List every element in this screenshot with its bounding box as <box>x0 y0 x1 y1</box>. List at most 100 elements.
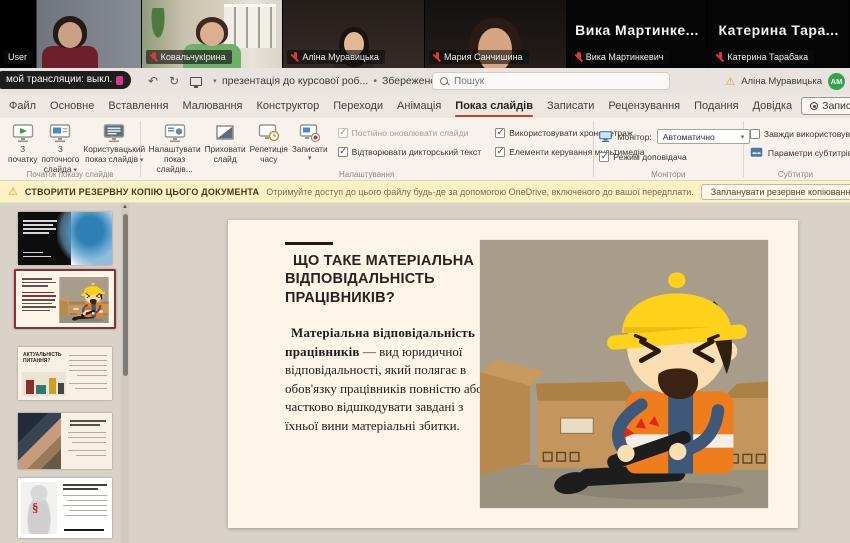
tab-animations[interactable]: Анімація <box>388 94 450 118</box>
presenter-view-checkbox[interactable]: Режим доповідача <box>599 152 750 162</box>
search-icon <box>440 77 449 86</box>
play-narrations-checkbox[interactable]: Відтворювати дикторський текст <box>338 147 482 157</box>
participant-name: КовальчукІрина <box>161 52 226 62</box>
monitor-play-icon <box>12 122 34 144</box>
screen: User КовальчукІрина Аліна Муравицька <box>0 0 850 543</box>
setup-group-label: Налаштування <box>141 170 593 179</box>
monitor-custom-icon <box>103 122 125 144</box>
tab-review[interactable]: Рецензування <box>599 94 689 118</box>
thumbnail-slide-2-selected[interactable] <box>14 269 116 329</box>
scrollbar-thumb[interactable] <box>123 214 128 376</box>
caption-settings-button[interactable]: Параметри субтитрів <box>750 147 850 158</box>
record-button[interactable]: Записати <box>801 97 850 115</box>
record-slideshow-button[interactable]: Записати <box>290 122 330 163</box>
search-input[interactable] <box>454 76 662 87</box>
title-separator: • <box>373 75 377 87</box>
video-tile-maria[interactable]: Мария Санчишина <box>425 0 567 68</box>
always-use-captions-checkbox[interactable]: Завжди використовувати субтитри <box>750 129 850 139</box>
tab-design[interactable]: Конструктор <box>247 94 328 118</box>
tab-row-right: Записати <box>801 94 850 118</box>
start-slideshow-icon[interactable] <box>190 77 202 86</box>
checkbox-icon <box>599 152 609 162</box>
schedule-backup-button[interactable]: Запланувати резервне копіювання пізніше <box>701 184 850 200</box>
notification-message: Отримуйте доступ до цього файлу будь-де … <box>266 187 694 197</box>
participant-name: Аліна Муравицька <box>302 52 379 62</box>
video-tile-vika[interactable]: Вика Мартинке... Вика Мартинкевич <box>567 0 709 68</box>
participant-name: Вика Мартинкевич <box>586 52 664 62</box>
tab-view[interactable]: Подання <box>685 94 747 118</box>
thumb2-worker-illustration <box>58 277 110 323</box>
stream-status-overlay: мой трансляции: выкл. <box>0 71 131 89</box>
checkbox-icon <box>495 147 505 157</box>
muted-mic-icon <box>433 52 441 62</box>
customize-toolbar-icon[interactable]: ▾ <box>213 77 217 85</box>
search-box[interactable] <box>432 72 670 90</box>
thumb3-illustration <box>22 372 66 396</box>
always-use-captions-label: Завжди використовувати субтитри <box>764 129 850 139</box>
video-tile-user[interactable]: User <box>0 0 142 68</box>
tab-insert[interactable]: Вставлення <box>99 94 177 118</box>
hide-slide-button[interactable]: Приховати слайд <box>203 122 248 165</box>
titlebar: мой трансляции: выкл. ↶ ↻ ▾ презентація … <box>0 68 850 94</box>
from-current-slide-button[interactable]: З поточного слайда <box>39 122 81 175</box>
monitor-gear-icon <box>164 122 186 144</box>
monitor-select-value: Автоматично <box>663 132 715 142</box>
slide-body-text[interactable]: Матеріальна відповідальність працівників… <box>285 324 487 435</box>
ribbon-tab-row: Файл Основне Вставлення Малювання Констр… <box>0 94 850 118</box>
document-title: презентація до курсової роб... <box>222 75 368 87</box>
thumbnail-slide-1[interactable] <box>18 212 112 265</box>
tab-record[interactable]: Записати <box>538 94 603 118</box>
hide-slide-icon <box>215 122 235 144</box>
custom-slideshow-button[interactable]: Користувацький показ слайдів <box>81 122 147 165</box>
tab-file[interactable]: Файл <box>0 94 45 118</box>
scrollbar-up-icon[interactable]: ▲ <box>121 204 129 210</box>
checkbox-icon <box>750 129 760 139</box>
monitors-group: Монітор: Автоматично Режим доповідача Мо… <box>593 118 743 180</box>
tab-transitions[interactable]: Переходи <box>324 94 392 118</box>
tab-help[interactable]: Довідка <box>744 94 802 118</box>
slide-title[interactable]: ЩО ТАКЕ МАТЕРІАЛЬНА ВІДПОВІДАЛЬНІСТЬ ПРА… <box>285 252 503 307</box>
thumb1-watercolor <box>57 212 112 265</box>
monitors-group-label: Монітори <box>593 170 743 179</box>
tab-home[interactable]: Основне <box>41 94 103 118</box>
title-accent-rule <box>285 242 333 245</box>
thumb5-figure <box>21 482 57 534</box>
checkbox-icon <box>338 147 348 157</box>
participant-name: Катерина Тарабака <box>727 52 808 62</box>
participant-silhouette <box>42 20 98 68</box>
participant-name-tag: User <box>4 50 33 64</box>
slide-canvas-area: ЩО ТАКЕ МАТЕРІАЛЬНА ВІДПОВІДАЛЬНІСТЬ ПРА… <box>130 203 850 543</box>
rehearse-timings-label: Репетиція часу <box>250 145 288 165</box>
setup-slideshow-button[interactable]: Налаштувати показ слайдів... <box>147 122 203 174</box>
undo-icon[interactable]: ↶ <box>148 74 158 88</box>
tab-draw[interactable]: Малювання <box>173 94 251 118</box>
presenter-view-label: Режим доповідача <box>613 152 686 162</box>
tab-slideshow[interactable]: Показ слайдів <box>446 94 542 118</box>
stream-app-icon <box>116 76 123 85</box>
ribbon: З початку З поточного слайда Користуваць… <box>0 118 850 181</box>
redo-icon[interactable]: ↻ <box>169 74 179 88</box>
video-tile-kateryna[interactable]: Катерина Тара... Катерина Тарабака <box>708 0 850 68</box>
rehearse-timings-button[interactable]: Репетиція часу <box>248 122 290 165</box>
captions-icon <box>750 147 763 158</box>
monitor-slide-icon <box>49 122 71 144</box>
thumbnail-scrollbar[interactable]: ▲ <box>121 203 129 543</box>
monitor-select[interactable]: Автоматично <box>657 129 750 144</box>
participant-name-tag: Вика Мартинкевич <box>571 50 670 64</box>
worker-injury-illustration[interactable] <box>480 240 768 508</box>
participant-name-tag: КовальчукІрина <box>146 50 232 64</box>
video-tile-alina[interactable]: Аліна Муравицька <box>283 0 425 68</box>
avatar[interactable]: АМ <box>828 73 845 90</box>
custom-slideshow-label: Користувацький показ слайдів <box>83 145 145 165</box>
record-dot-icon <box>810 102 818 110</box>
thumbnail-slide-3[interactable]: АКТУАЛЬНІСТЬ ПИТАННЯ? <box>18 347 112 400</box>
muted-mic-icon <box>150 52 158 62</box>
from-beginning-button[interactable]: З початку <box>6 122 39 165</box>
account-warning-icon[interactable]: ⚠ <box>725 75 735 88</box>
thumbnail-slide-4[interactable] <box>18 413 112 469</box>
keep-slides-updated-checkbox: Постійно оновлювати слайди <box>338 128 482 138</box>
thumbnail-slide-5[interactable]: § <box>18 478 112 538</box>
video-tile-kovalchuk[interactable]: КовальчукІрина <box>142 0 284 68</box>
monitor-label: Монітор: <box>617 132 651 142</box>
slide-canvas[interactable]: ЩО ТАКЕ МАТЕРІАЛЬНА ВІДПОВІДАЛЬНІСТЬ ПРА… <box>228 220 798 528</box>
